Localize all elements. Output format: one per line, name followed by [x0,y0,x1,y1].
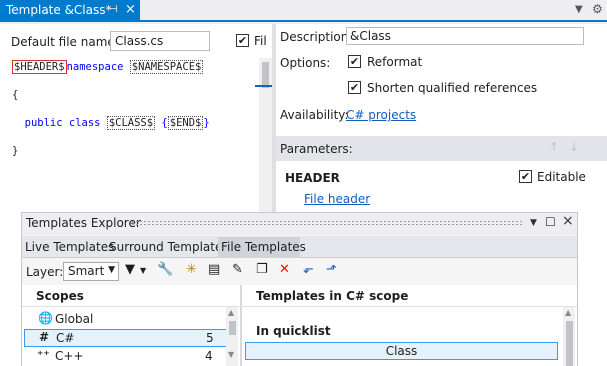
explorer-title: Templates Explorer [26,216,141,230]
wrench-icon[interactable]: 🔧 [157,262,173,277]
options-label: Options: [280,56,331,70]
code-line: public class $CLASS$ {$END$} [12,116,210,130]
templates-header: Templates in C# scope [256,289,409,303]
edit-icon[interactable]: ✎ [232,262,243,277]
layer-value: Smart [68,264,105,278]
scope-label: C# [56,331,75,345]
tab-dropdown-icon[interactable]: ▼ [575,4,583,15]
editable-label: Editable [537,170,586,184]
template-row[interactable]: Class [245,342,558,360]
code-line: $HEADER$ namespace $NAMESPACE$ [12,60,210,74]
tab-surround-templates[interactable]: Surround Templates [106,237,229,258]
parameters-label: Parameters: [280,142,353,156]
shorten-references-label: Shorten qualified references [367,81,538,95]
parameter-macro-link[interactable]: File header [304,192,370,206]
editable-checkbox[interactable]: ✔ [519,170,532,183]
layer-label: Layer: [26,265,64,279]
template-code-editor[interactable]: $HEADER$ namespace $NAMESPACE$ { public c… [12,46,210,172]
delete-icon[interactable]: ✕ [279,262,290,277]
scopes-header: Scopes [36,289,84,303]
filter-dropdown-icon[interactable]: ▼ [140,266,146,275]
explorer-close-icon[interactable]: × [562,213,574,229]
move-down-icon[interactable]: ↓ [569,140,579,154]
document-tab[interactable]: Template &Class* ⊣ × [0,0,140,22]
scope-count: 4 [205,349,213,363]
macro-namespace[interactable]: $NAMESPACE$ [129,60,204,74]
tab-file-templates[interactable]: File Templates [218,237,306,258]
move-up-icon[interactable]: ↑ [549,140,559,154]
header-separator [22,306,577,307]
scroll-down-icon[interactable]: ▼ [228,350,234,359]
file-checkbox-label: Fil [254,34,267,48]
template-name: Class [385,344,418,358]
templates-scrollbar-thumb[interactable] [566,321,573,366]
code-line: { [12,89,19,101]
scope-count: 5 [206,331,214,345]
new-from-selection-icon[interactable]: ▤ [208,262,220,277]
file-checkbox[interactable]: ✔ [236,34,249,47]
shorten-references-checkbox[interactable]: ✔ [348,81,361,94]
scope-label: C++ [55,349,84,363]
export-icon[interactable]: ⬏ [326,262,337,277]
macro-class[interactable]: $CLASS$ [106,116,156,130]
description-label: Description: [280,30,353,44]
reformat-checkbox[interactable]: ✔ [348,55,361,68]
availability-link[interactable]: C# projects [346,108,416,122]
parameter-name: HEADER [285,171,340,185]
tab-label: Surround Templates [109,240,229,254]
import-icon[interactable]: ⬐ [303,262,314,277]
scope-row-csharp[interactable]: # C# 5 [24,329,238,347]
code-line: } [12,145,19,157]
gear-icon[interactable]: ⚙ [592,2,603,16]
code-brace: } [203,117,210,129]
scroll-up-icon[interactable]: ▲ [565,308,571,317]
explorer-drag-grip[interactable] [131,220,523,225]
tab-label: File Templates [221,240,306,254]
reformat-label: Reformat [367,55,423,69]
scopes-scrollbar-thumb[interactable] [229,321,236,335]
availability-label: Availability: [280,108,349,122]
document-tab-title: Template &Class* [6,3,112,17]
cpp-icon: ⁺⁺ [37,348,50,362]
pin-icon[interactable]: ⊣ [109,4,118,15]
explorer-splitter[interactable] [240,285,242,366]
new-template-icon[interactable]: ✳ [186,262,197,277]
quicklist-group-label: In quicklist [256,324,331,338]
scope-row-cpp[interactable]: ⁺⁺ C++ 4 [24,348,238,366]
hash-icon: # [39,330,50,344]
copy-icon[interactable]: ❐ [256,262,268,277]
scope-row-global[interactable]: 🌐 Global [24,311,238,329]
close-icon[interactable]: × [125,2,136,17]
description-input[interactable]: &Class [346,27,584,45]
scope-label: Global [55,312,94,326]
tab-live-templates[interactable]: Live Templates [22,237,114,258]
chevron-down-icon: ▼ [108,265,115,275]
filter-icon[interactable]: ▼ [125,262,135,277]
macro-header[interactable]: $HEADER$ [12,60,67,74]
macro-end[interactable]: $END$ [167,116,204,130]
tab-label: Live Templates [25,240,115,254]
code-keyword: namespace [66,61,130,73]
scroll-up-icon[interactable]: ▲ [228,308,234,317]
globe-icon: 🌐 [38,311,53,325]
code-brace: { [155,117,168,129]
maximize-icon[interactable]: ☐ [545,215,556,229]
code-keyword: public class [12,117,107,129]
explorer-menu-icon[interactable]: ▼ [530,218,537,228]
layer-select[interactable]: Smart ▼ [63,262,119,281]
